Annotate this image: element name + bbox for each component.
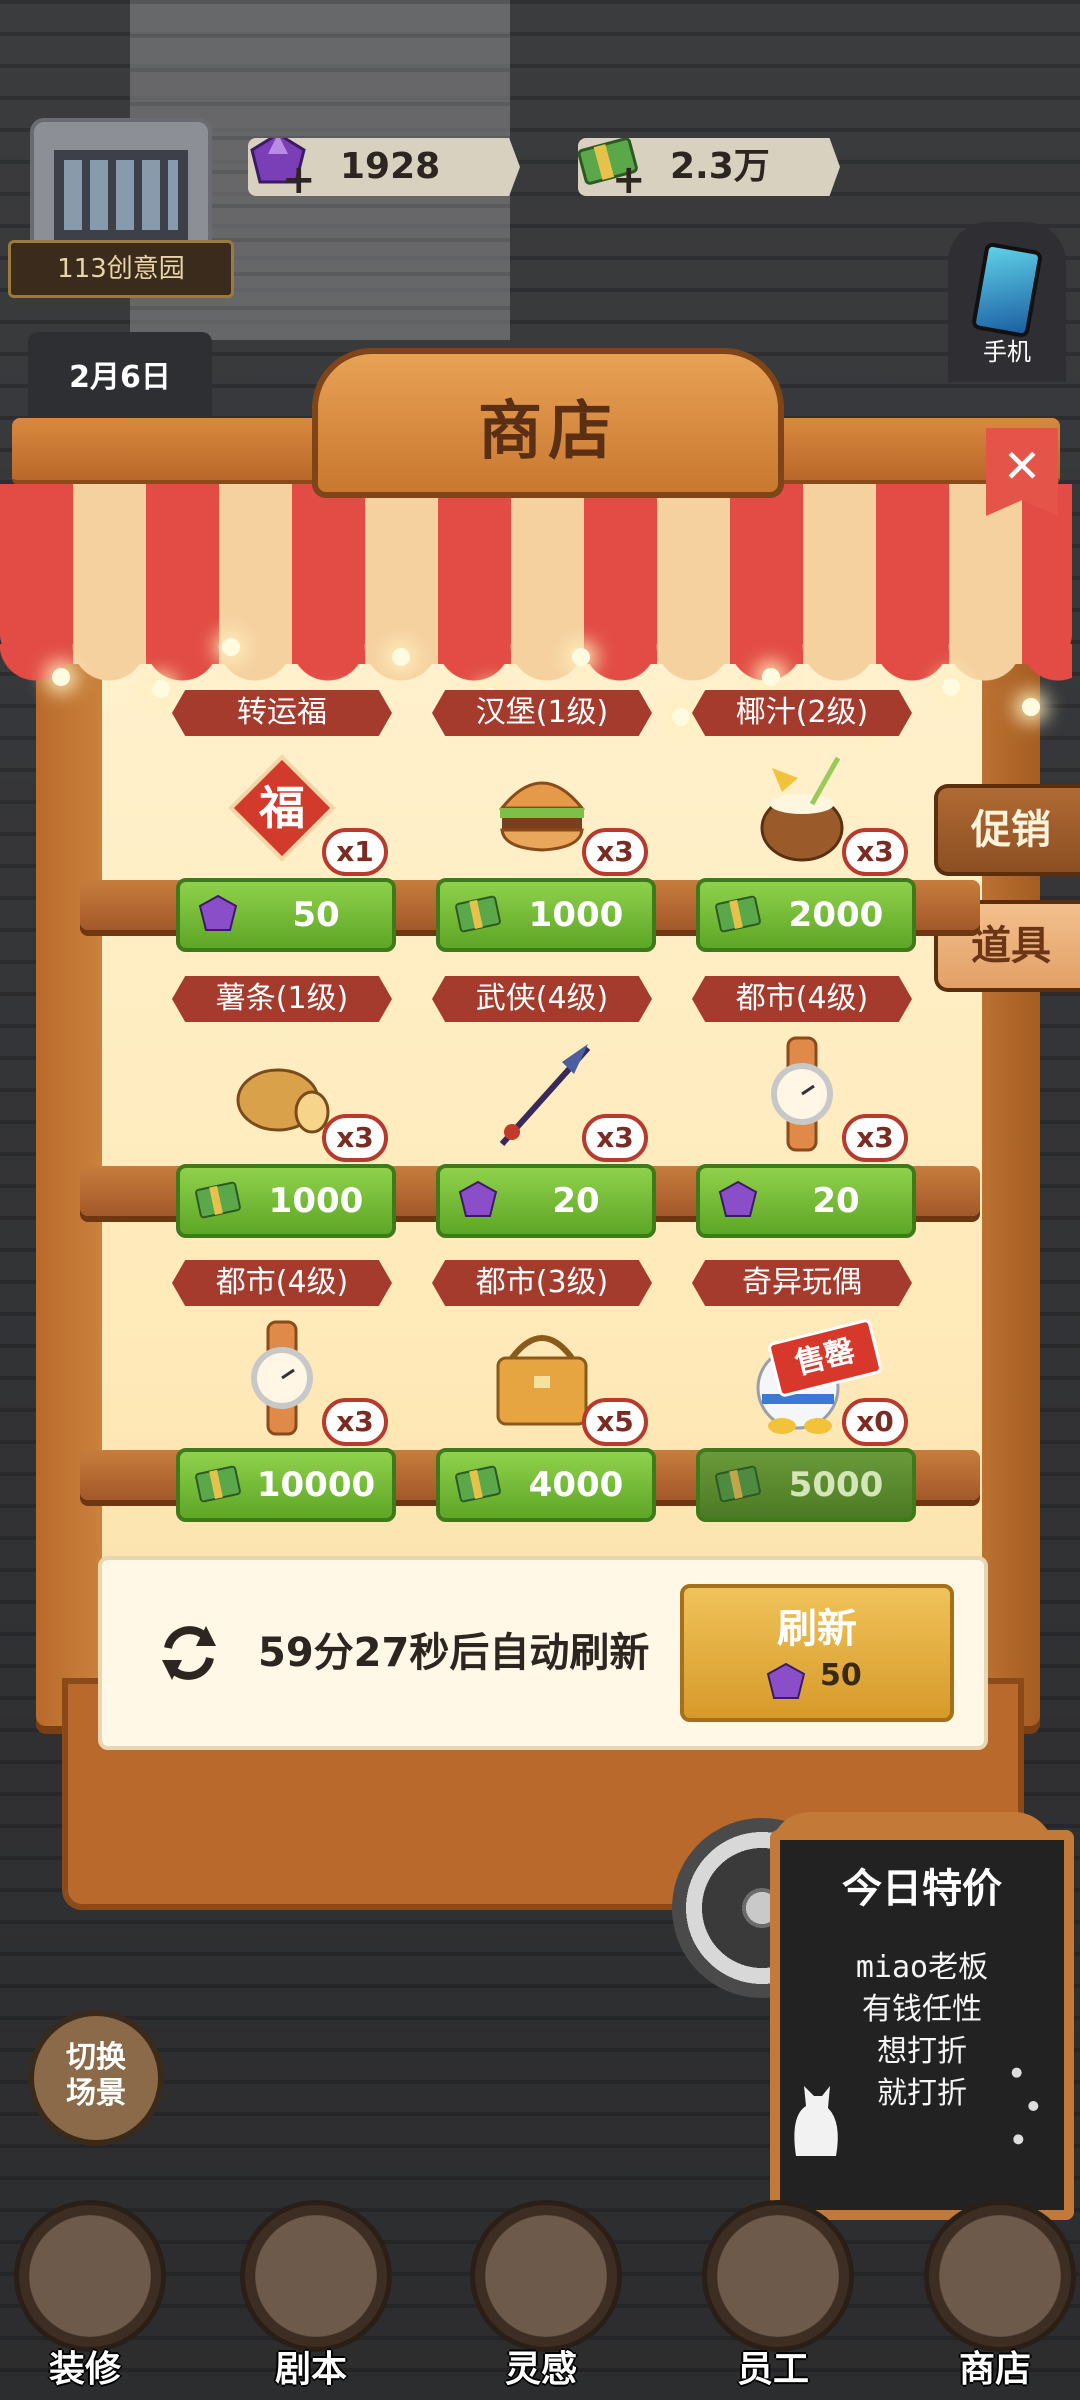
item-price: 1000	[268, 1181, 364, 1221]
item-quantity: x3	[842, 1114, 908, 1162]
buy-button[interactable]: 20	[696, 1164, 916, 1238]
refresh-timer-text: 59分27秒后自动刷新	[258, 1630, 650, 1676]
cash-icon	[455, 1465, 501, 1503]
shop-item-urban-bag[interactable]: 都市(3级) x5 4000	[420, 1260, 664, 1522]
shop-item-coconut[interactable]: 椰汁(2级) x3 2000	[680, 690, 924, 952]
nav-shop[interactable]: 商店	[910, 2180, 1080, 2400]
refresh-cost: 50	[820, 1658, 862, 1693]
item-price: 4000	[528, 1465, 624, 1505]
gem-icon	[198, 894, 238, 931]
item-price: 20	[812, 1181, 860, 1221]
board-line: 有钱任性	[862, 1992, 982, 2027]
item-name: 都市(3级)	[432, 1260, 652, 1306]
shop-item-strange-doll: 奇异玩偶 售罄 x0 5000	[680, 1260, 924, 1522]
phone-icon	[970, 241, 1044, 339]
switch-scene-label-2: 场景	[66, 2076, 126, 2111]
nav-label: 装修	[48, 2349, 121, 2390]
scene-thumbnail[interactable]	[30, 118, 212, 256]
nav-decorate[interactable]: 装修	[0, 2180, 170, 2400]
svg-text:福: 福	[258, 781, 305, 835]
cash-icon	[195, 1465, 241, 1503]
bulb-icon	[470, 2200, 622, 2352]
item-name: 奇异玩偶	[692, 1260, 912, 1306]
item-price: 20	[552, 1181, 600, 1221]
item-quantity: x3	[582, 1114, 648, 1162]
shop-item-wuxia[interactable]: 武侠(4级) x3 20	[420, 976, 664, 1238]
item-name: 武侠(4级)	[432, 976, 652, 1022]
buy-button[interactable]: 50	[176, 878, 396, 952]
daily-special-board[interactable]: 今日特价 miao老板 有钱任性 想打折 就打折	[770, 1830, 1074, 2220]
shop-item-burger[interactable]: 汉堡(1级) x3 1000	[420, 690, 664, 952]
add-cash-icon[interactable]: +	[612, 160, 646, 196]
gem-counter[interactable]: + 1928	[248, 138, 520, 196]
cash-icon	[455, 895, 501, 933]
cash-count: 2.3万	[670, 146, 770, 187]
refresh-panel: 59分27秒后自动刷新 刷新 50	[98, 1556, 988, 1750]
buy-button[interactable]: 1000	[436, 878, 656, 952]
item-quantity: x3	[322, 1398, 388, 1446]
gem-count: 1928	[340, 146, 441, 187]
gem-icon	[766, 1662, 806, 1699]
gem-icon	[718, 1180, 758, 1217]
item-price: 2000	[788, 895, 884, 935]
cash-icon	[195, 1181, 241, 1219]
board-line: miao老板	[855, 1950, 989, 1985]
buy-button-disabled: 5000	[696, 1448, 916, 1522]
nav-inspiration[interactable]: 灵感	[456, 2180, 626, 2400]
nav-staff[interactable]: 员工	[688, 2180, 858, 2400]
cash-counter[interactable]: + 2.3万	[578, 138, 840, 196]
item-quantity: x3	[322, 1114, 388, 1162]
refresh-icon	[162, 1626, 216, 1680]
item-quantity: x5	[582, 1398, 648, 1446]
shop-sign: 商店	[312, 348, 784, 498]
nav-label: 商店	[958, 2349, 1031, 2390]
item-name: 转运福	[172, 690, 392, 736]
buy-button[interactable]: 2000	[696, 878, 916, 952]
gem-icon	[458, 1180, 498, 1217]
item-name: 汉堡(1级)	[432, 690, 652, 736]
item-price: 10000	[256, 1465, 376, 1505]
id-card-icon	[702, 2200, 854, 2352]
buy-button[interactable]: 10000	[176, 1448, 396, 1522]
nav-script[interactable]: 剧本	[226, 2180, 396, 2400]
item-price: 5000	[788, 1465, 884, 1505]
tab-promo[interactable]: 促销	[934, 784, 1080, 876]
cat-icon	[794, 2086, 838, 2156]
nav-label: 灵感	[504, 2349, 577, 2390]
add-gems-icon[interactable]: +	[282, 160, 316, 196]
shop-item-fries[interactable]: 薯条(1级) x3 1000	[160, 976, 404, 1238]
item-quantity: x3	[842, 828, 908, 876]
item-name: 都市(4级)	[692, 976, 912, 1022]
refresh-button-label: 刷新	[777, 1606, 857, 1652]
shop-item-urban-watch-2[interactable]: 都市(4级) x3 10000	[160, 1260, 404, 1522]
board-title: 今日特价	[842, 1866, 1002, 1912]
shop-title: 商店	[478, 395, 618, 469]
buy-button[interactable]: 20	[436, 1164, 656, 1238]
item-quantity: x3	[582, 828, 648, 876]
nav-label: 员工	[736, 2349, 809, 2390]
switch-scene-button[interactable]: 切换 场景	[28, 2010, 164, 2146]
book-icon	[240, 2200, 392, 2352]
location-tag: 113创意园	[8, 240, 234, 298]
shop-icon	[924, 2200, 1076, 2352]
buy-button[interactable]: 4000	[436, 1448, 656, 1522]
cash-icon	[715, 895, 761, 933]
item-quantity: x1	[322, 828, 388, 876]
switch-scene-label-1: 切换	[66, 2040, 126, 2075]
house-icon	[14, 2200, 166, 2352]
shop-item-fortune[interactable]: 转运福 福 x1 50	[160, 690, 404, 952]
nav-label: 剧本	[274, 2349, 347, 2390]
cash-icon	[715, 1465, 761, 1503]
buy-button[interactable]: 1000	[176, 1164, 396, 1238]
item-name: 都市(4级)	[172, 1260, 392, 1306]
item-name: 薯条(1级)	[172, 976, 392, 1022]
item-quantity: x0	[842, 1398, 908, 1446]
paw-prints-icon	[1011, 2067, 1039, 2145]
item-price: 50	[292, 895, 340, 935]
item-name: 椰汁(2级)	[692, 690, 912, 736]
item-price: 1000	[528, 895, 624, 935]
refresh-button[interactable]: 刷新 50	[680, 1584, 954, 1722]
string-lights	[12, 498, 1060, 736]
shop-item-urban-watch[interactable]: 都市(4级) x3 20	[680, 976, 924, 1238]
